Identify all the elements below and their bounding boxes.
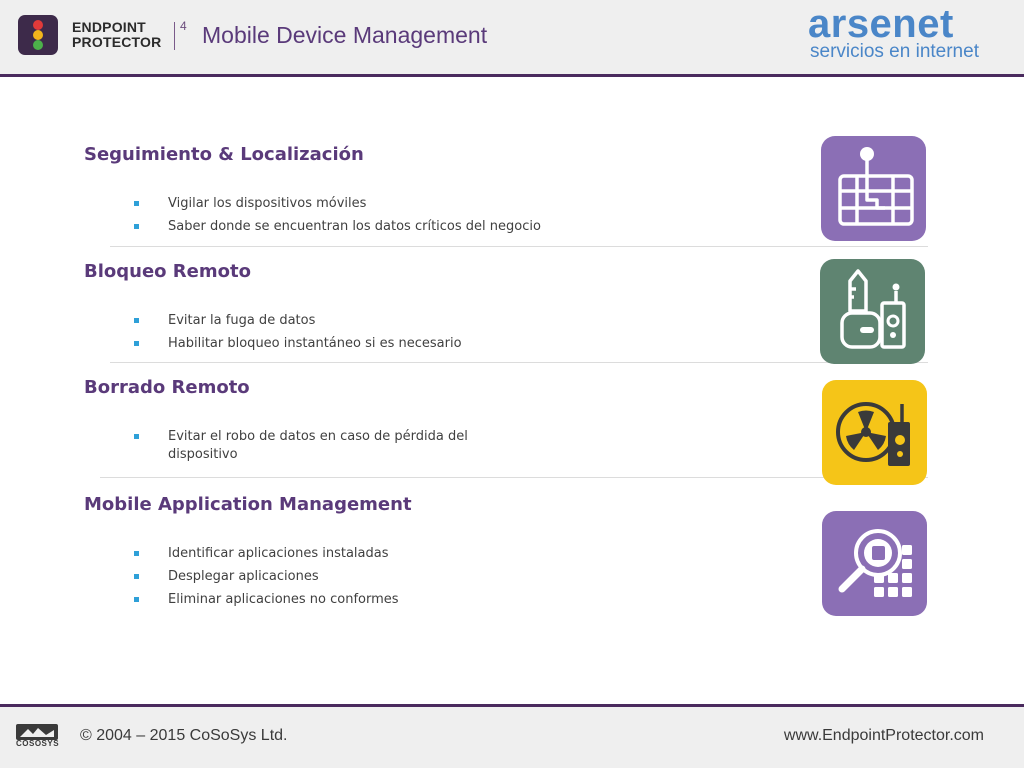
bullet-item: Vigilar los dispositivos móviles bbox=[134, 195, 541, 213]
section-title: Seguimiento & Localización bbox=[84, 144, 364, 165]
section-title: Bloqueo Remoto bbox=[84, 261, 251, 282]
section-app-management: Mobile Application Management bbox=[84, 494, 412, 515]
bullet-text: Evitar la fuga de datos bbox=[168, 313, 316, 328]
bullet-text: Identificar aplicaciones instaladas bbox=[168, 546, 389, 561]
brand-line-2: PROTECTOR bbox=[72, 34, 162, 50]
slide-header: ENDPOINT PROTECTOR 4 Mobile Device Manag… bbox=[0, 0, 1024, 74]
map-pin-icon bbox=[821, 136, 926, 241]
version-divider bbox=[174, 22, 175, 50]
section-remote-wipe: Borrado Remoto bbox=[84, 377, 250, 398]
bullet-item: Evitar la fuga de datos bbox=[134, 312, 462, 330]
bullet-item: Identificar aplicaciones instaladas bbox=[134, 545, 399, 563]
partner-tagline: servicios en internet bbox=[810, 41, 979, 62]
section-tracking: Seguimiento & Localización bbox=[84, 144, 364, 165]
bullet-text: Habilitar bloqueo instantáneo si es nece… bbox=[168, 336, 462, 351]
section-title: Borrado Remoto bbox=[84, 377, 250, 398]
section-tracking-bullets: Vigilar los dispositivos móviles Saber d… bbox=[134, 195, 541, 241]
bullet-text: Eliminar aplicaciones no conformes bbox=[168, 592, 399, 607]
bullet-square bbox=[134, 551, 139, 556]
bullet-text: Saber donde se encuentran los datos crít… bbox=[168, 219, 541, 234]
section-divider bbox=[110, 246, 928, 247]
radiation-remote-icon bbox=[822, 380, 927, 485]
app-search-icon bbox=[822, 511, 927, 616]
section-remote-lock-bullets: Evitar la fuga de datos Habilitar bloque… bbox=[134, 312, 462, 358]
website-link[interactable]: www.EndpointProtector.com bbox=[784, 727, 984, 745]
traffic-light-logo-icon bbox=[18, 15, 58, 55]
cososys-logo-text: COSOSYS bbox=[16, 739, 60, 748]
section-divider bbox=[110, 362, 928, 363]
section-remote-wipe-bullets: Evitar el robo de datos en caso de pérdi… bbox=[134, 428, 468, 466]
brand-name: ENDPOINT PROTECTOR bbox=[72, 20, 161, 50]
partner-logo: arsenet bbox=[808, 2, 954, 46]
bullet-item: Saber donde se encuentran los datos crít… bbox=[134, 218, 541, 236]
section-remote-lock: Bloqueo Remoto bbox=[84, 261, 251, 282]
bullet-text-continued: dispositivo bbox=[168, 447, 238, 462]
bullet-item: Eliminar aplicaciones no conformes bbox=[134, 591, 399, 609]
bullet-text: Desplegar aplicaciones bbox=[168, 569, 319, 584]
key-lock-remote-icon bbox=[820, 259, 925, 364]
bullet-square bbox=[134, 597, 139, 602]
bullet-text: Vigilar los dispositivos móviles bbox=[168, 196, 367, 211]
bullet-item: Desplegar aplicaciones bbox=[134, 568, 399, 586]
bullet-square bbox=[134, 341, 139, 346]
bullet-text: Evitar el robo de datos en caso de pérdi… bbox=[168, 429, 468, 444]
bullet-square bbox=[134, 434, 139, 439]
bullet-square bbox=[134, 201, 139, 206]
section-app-management-bullets: Identificar aplicaciones instaladas Desp… bbox=[134, 545, 399, 614]
copyright-text: © 2004 – 2015 CoSoSys Ltd. bbox=[80, 727, 288, 744]
bullet-item: Evitar el robo de datos en caso de pérdi… bbox=[134, 428, 468, 464]
brand-line-1: ENDPOINT bbox=[72, 19, 146, 35]
cososys-logo-icon: COSOSYS bbox=[16, 724, 60, 750]
bullet-square bbox=[134, 574, 139, 579]
section-title: Mobile Application Management bbox=[84, 494, 412, 515]
bullet-square bbox=[134, 224, 139, 229]
header-rule bbox=[0, 74, 1024, 77]
section-divider bbox=[100, 477, 928, 478]
page-title: Mobile Device Management bbox=[202, 22, 488, 48]
version-number: 4 bbox=[180, 19, 187, 33]
bullet-square bbox=[134, 318, 139, 323]
bullet-item: Habilitar bloqueo instantáneo si es nece… bbox=[134, 335, 462, 353]
